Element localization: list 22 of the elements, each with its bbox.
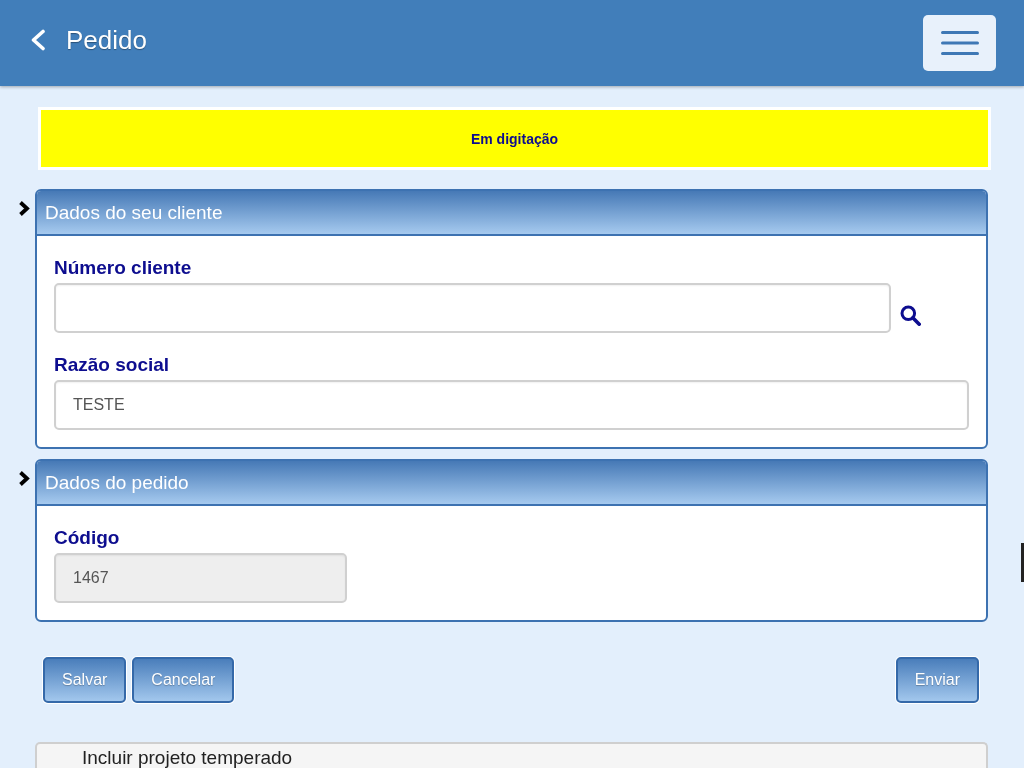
panel-title: Incluir projeto temperado	[82, 748, 293, 768]
action-button[interactable]: Salvar	[43, 657, 127, 703]
field-label: Razão social	[54, 353, 171, 377]
field-label: Código	[54, 526, 121, 550]
panel-header[interactable]: Dados do pedido	[37, 461, 986, 506]
status-banner: Em digitação	[38, 107, 991, 170]
action-button[interactable]: Cancelar	[132, 657, 235, 703]
field-label: Número cliente	[54, 256, 193, 280]
action-button[interactable]: Enviar	[895, 657, 979, 703]
page-title: Pedido	[66, 24, 147, 56]
scrollbar-thumb[interactable]	[1021, 543, 1024, 582]
menu-button[interactable]	[923, 15, 996, 71]
input-field[interactable]: TESTE	[54, 380, 969, 430]
panel-header[interactable]: Dados do seu cliente	[37, 191, 986, 236]
search-icon[interactable]	[900, 304, 921, 326]
input-field[interactable]	[54, 283, 891, 333]
menu-icon	[940, 31, 979, 55]
chevron-right-icon	[18, 470, 30, 487]
collapsed-panel[interactable]: Incluir projeto temperado	[35, 742, 988, 768]
chevron-right-icon	[18, 200, 30, 217]
back-button[interactable]	[30, 29, 46, 51]
chevron-left-icon	[30, 29, 46, 51]
